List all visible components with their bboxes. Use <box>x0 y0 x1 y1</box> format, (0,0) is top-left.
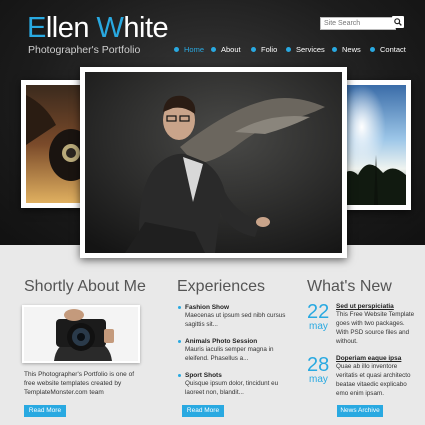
nav-bullet-icon <box>251 47 256 52</box>
list-item[interactable]: Fashion Show Maecenas ut ipsum sed nibh … <box>178 304 288 329</box>
bullet-icon <box>178 340 181 343</box>
nav-item-services[interactable]: Services <box>286 45 325 54</box>
list-item[interactable]: Sport Shots Quisque ipsum dolor, tincidu… <box>178 372 288 397</box>
featured-photo[interactable] <box>80 67 347 258</box>
bullet-icon <box>178 306 181 309</box>
nav-bullet-icon <box>370 47 375 52</box>
nav-item-news[interactable]: News <box>332 45 361 54</box>
search-button[interactable] <box>392 16 404 28</box>
title-initial: E <box>27 12 46 44</box>
about-text: This Photographer's Portfolio is one of … <box>24 371 134 396</box>
nav-item-folio[interactable]: Folio <box>251 45 277 54</box>
nav-bullet-icon <box>332 47 337 52</box>
nav-item-contact[interactable]: Contact <box>370 45 406 54</box>
news-title: What's New <box>307 278 392 295</box>
title-text: llen <box>45 12 97 44</box>
photo-image <box>85 72 342 253</box>
news-date-day: 28 <box>307 354 330 376</box>
news-date-month: may <box>309 321 328 332</box>
experiences-read-more-button[interactable]: Read More <box>182 405 224 417</box>
news-date-month: may <box>309 374 328 385</box>
nav-item-home[interactable]: Home <box>174 45 204 54</box>
news-date-day: 22 <box>307 301 330 323</box>
camera-image <box>24 307 138 361</box>
title-initial: W <box>96 12 124 44</box>
main-nav: Home About Folio Services News Contact <box>0 45 425 57</box>
news-item: Sed ut perspiciatia This Free Website Te… <box>336 303 418 346</box>
nav-bullet-icon <box>286 47 291 52</box>
title-text: hite <box>123 12 169 44</box>
news-link[interactable]: Sed ut perspiciatia <box>336 303 418 310</box>
nav-bullet-icon <box>174 47 179 52</box>
search-input[interactable]: Site Search <box>320 17 396 30</box>
site-title[interactable]: Ellen White <box>27 12 169 44</box>
search-icon <box>394 18 402 26</box>
nav-item-about[interactable]: About <box>211 45 241 54</box>
nav-bullet-icon <box>211 47 216 52</box>
news-link[interactable]: Doperiam eaque ipsa <box>336 355 418 362</box>
news-item: Doperiam eaque ipsa Quae ab illo invento… <box>336 355 418 398</box>
about-title: Shortly About Me <box>24 278 146 295</box>
news-archive-button[interactable]: News Archive <box>337 405 383 417</box>
experiences-title: Experiences <box>177 278 266 295</box>
bullet-icon <box>178 374 181 377</box>
photo-image <box>338 85 406 205</box>
list-item[interactable]: Animals Photo Session Mauris iaculis sem… <box>178 338 288 363</box>
about-read-more-button[interactable]: Read More <box>24 405 66 417</box>
about-photo <box>22 305 140 363</box>
